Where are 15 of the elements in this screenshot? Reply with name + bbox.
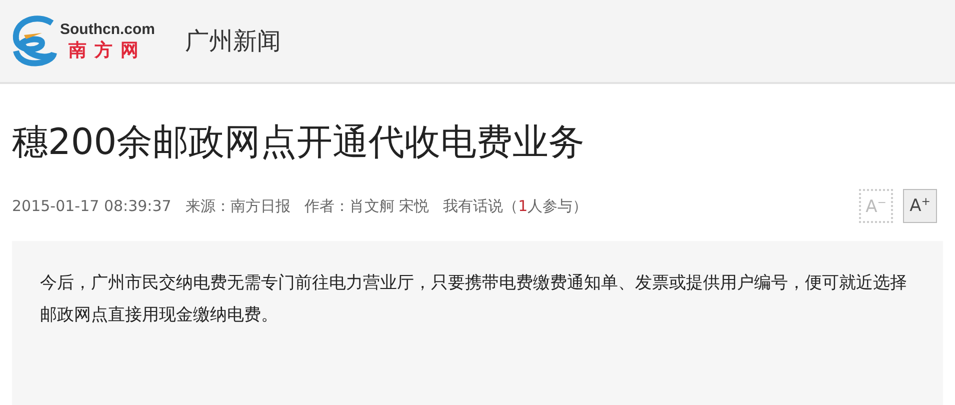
increase-font-button[interactable]: A+ <box>903 189 937 223</box>
publish-time: 2015-01-17 08:39:37 <box>12 196 172 216</box>
section-title[interactable]: 广州新闻 <box>185 25 282 57</box>
logo-icon <box>12 13 58 69</box>
comments-link[interactable]: 我有话说（ <box>443 196 518 216</box>
summary-text: 今后，广州市民交纳电费无需专门前往电力营业厅，只要携带电费缴费通知单、发票或提供用户编号，便可就近选择邮政网点直接用现金缴纳电费。 <box>40 272 908 327</box>
source-name: 南方日报 <box>230 196 290 216</box>
source-label: 来源： <box>185 196 230 216</box>
logo-domain: Southcn.com <box>60 20 156 38</box>
author-names: 肖文舸 宋悦 <box>349 196 430 216</box>
article-title: 穗200余邮政网点开通代收电费业务 <box>12 121 586 165</box>
logo-name: 南方网 <box>68 38 146 62</box>
comment-count: 1 <box>518 196 528 216</box>
comments-suffix: 人参与） <box>528 196 588 216</box>
author-label: 作者： <box>304 196 350 216</box>
